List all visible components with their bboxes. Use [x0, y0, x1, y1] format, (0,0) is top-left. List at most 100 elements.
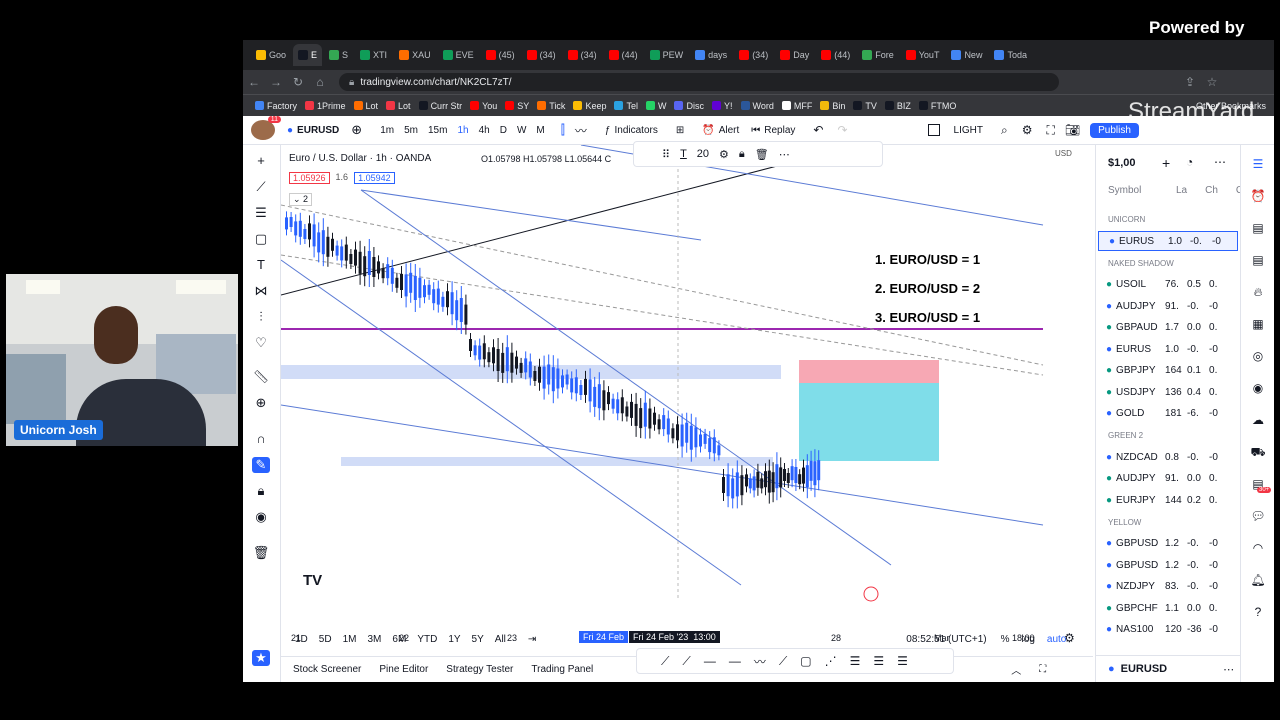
text-icon[interactable]: T: [252, 257, 270, 273]
range-ytd[interactable]: YTD: [417, 634, 437, 645]
watchlist-section-title[interactable]: NAKED SHADOW: [1108, 259, 1174, 268]
back-icon[interactable]: ←: [243, 75, 265, 89]
indicators-button[interactable]: Indicators: [614, 125, 657, 136]
bookmark-item[interactable]: TV: [853, 101, 877, 111]
bell-icon[interactable]: 🔔︎: [1249, 573, 1267, 589]
fib-ext-icon[interactable]: ☰: [873, 654, 884, 668]
browser-tab[interactable]: S: [324, 44, 353, 66]
settings-icon[interactable]: ⚙: [719, 148, 729, 161]
range-6m[interactable]: 6M: [392, 634, 406, 645]
camera-icon[interactable]: 📷︎: [1065, 123, 1080, 137]
ruler-icon[interactable]: 📏︎: [252, 369, 270, 385]
watchlist-row[interactable]: ● USDJPY 136 0.4 0.: [1096, 382, 1241, 402]
go-to-date-icon[interactable]: ⇥: [528, 634, 536, 645]
bookmark-item[interactable]: 1Prime: [305, 101, 346, 111]
tab-trading-panel[interactable]: Trading Panel: [531, 664, 593, 675]
lock-drawings-icon[interactable]: 🔒︎: [252, 483, 270, 499]
range-all[interactable]: All: [495, 634, 506, 645]
browser-tab[interactable]: Goo: [251, 44, 291, 66]
eye-icon[interactable]: ◉: [252, 509, 270, 525]
bookmark-item[interactable]: You: [470, 101, 497, 111]
clock[interactable]: 08:52:51 (UTC+1): [906, 634, 986, 645]
forward-icon[interactable]: →: [265, 75, 287, 89]
calendar-icon[interactable]: ▦: [1249, 317, 1267, 333]
browser-tab[interactable]: PEW: [645, 44, 689, 66]
timeframe-1m[interactable]: 1m: [380, 125, 394, 136]
fib-icon[interactable]: ☰: [850, 654, 861, 668]
browser-tab[interactable]: Day: [775, 44, 814, 66]
ideas-icon[interactable]: ◎: [1249, 349, 1267, 365]
watchlist-row[interactable]: ● USOIL 76. 0.5 0.: [1096, 275, 1241, 295]
alert-button[interactable]: Alert: [719, 125, 740, 136]
fib-icon[interactable]: ☰: [252, 205, 270, 221]
range-5y[interactable]: 5Y: [472, 634, 484, 645]
streams-icon[interactable]: ◉: [1249, 381, 1267, 397]
watchlist-row[interactable]: ● NZDJPY 83. -0. -0: [1096, 577, 1241, 597]
hline-icon[interactable]: —: [704, 654, 716, 668]
signal-icon[interactable]: ◠: [1249, 541, 1267, 557]
bookmark-item[interactable]: FTMO: [918, 101, 956, 111]
indicator-toggle[interactable]: ⌄ 2: [289, 193, 313, 206]
trash-icon[interactable]: 🗑︎: [252, 545, 270, 561]
hotlist-icon[interactable]: 🔥︎: [1249, 285, 1267, 301]
bookmark-item[interactable]: Disc: [674, 101, 704, 111]
browser-tab[interactable]: YouT: [901, 44, 945, 66]
bookmark-item[interactable]: W: [645, 101, 666, 111]
timeframe-5m[interactable]: 5m: [404, 125, 418, 136]
gear-icon[interactable]: ⚙: [1022, 123, 1033, 137]
notifications-icon[interactable]: 💬︎: [1249, 509, 1267, 525]
timeframe-4h[interactable]: 4h: [479, 125, 490, 136]
candle-style-icon[interactable]: ⫿: [561, 122, 565, 138]
bookmark-item[interactable]: Tel: [614, 101, 638, 111]
log-toggle[interactable]: log: [1022, 634, 1035, 645]
watchlist-row[interactable]: ● GBPJPY 164 0.1 0.: [1096, 361, 1241, 381]
templates-icon[interactable]: ⊞: [676, 125, 684, 136]
watchlist-row[interactable]: ● GOLD 181 -6. -0: [1096, 404, 1241, 424]
browser-tab[interactable]: (34): [563, 44, 602, 66]
help-icon[interactable]: ?: [1249, 605, 1267, 621]
trash-icon[interactable]: 🗑︎: [755, 148, 769, 161]
watchlist-row[interactable]: ● GBPUSD 1.2 -0. -0: [1096, 555, 1241, 575]
rectangle-icon[interactable]: ▢: [800, 654, 811, 668]
watchlist-section-title[interactable]: GREEN 2: [1108, 431, 1143, 440]
browser-tab[interactable]: days: [690, 44, 732, 66]
bookmark-item[interactable]: MFF: [781, 101, 812, 111]
range-3m[interactable]: 3M: [368, 634, 382, 645]
range-1y[interactable]: 1Y: [448, 634, 460, 645]
lock-icon[interactable]: 🔒︎: [739, 148, 745, 161]
more-icon[interactable]: ⋯: [779, 148, 790, 161]
browser-tab[interactable]: (45): [481, 44, 520, 66]
bookmark-star-icon[interactable]: ☆: [1201, 75, 1223, 89]
bookmark-item[interactable]: Curr Str: [418, 101, 462, 111]
channel-icon[interactable]: ☰: [897, 654, 908, 668]
ray-icon[interactable]: ⟋: [682, 654, 690, 669]
trading-panel-icon[interactable]: ⛟: [1249, 445, 1267, 461]
font-size-value[interactable]: 20: [697, 148, 709, 160]
bookmark-item[interactable]: BIZ: [884, 101, 911, 111]
browser-tab[interactable]: Fore: [857, 44, 899, 66]
browser-tab[interactable]: Toda: [989, 44, 1032, 66]
bookmark-item[interactable]: Keep: [573, 101, 606, 111]
undo-icon[interactable]: ↶: [813, 123, 823, 137]
bookmark-item[interactable]: Y!: [711, 101, 733, 111]
watchlist-row[interactable]: ● EURUS 1.0 -0. -0: [1096, 339, 1241, 359]
draw-mode-icon[interactable]: ✎: [252, 457, 270, 473]
fullscreen-icon[interactable]: ⛶: [1046, 123, 1054, 138]
compare-add-icon[interactable]: ⊕: [351, 122, 362, 138]
bookmark-item[interactable]: Factory: [255, 101, 297, 111]
bookmark-item[interactable]: Bin: [820, 101, 845, 111]
zoom-icon[interactable]: ⊕: [252, 395, 270, 411]
search-icon[interactable]: ⌕: [1001, 123, 1008, 138]
grid-icon[interactable]: ⠿: [662, 148, 670, 161]
sell-button[interactable]: 1.05926: [289, 172, 330, 184]
favorites-star-icon[interactable]: ★: [252, 650, 270, 666]
bookmark-item[interactable]: SY: [505, 101, 529, 111]
magnet-icon[interactable]: ∩: [252, 431, 270, 447]
maximize-panel-icon[interactable]: ⛶: [1039, 664, 1046, 675]
text-color-icon[interactable]: T: [680, 148, 687, 160]
browser-tab[interactable]: EVE: [438, 44, 479, 66]
more-icon[interactable]: ⋯: [1223, 663, 1234, 676]
tab-pine-editor[interactable]: Pine Editor: [379, 664, 428, 675]
watchlist-section-title[interactable]: YELLOW: [1108, 518, 1141, 527]
range-1d[interactable]: 1D: [295, 634, 308, 645]
